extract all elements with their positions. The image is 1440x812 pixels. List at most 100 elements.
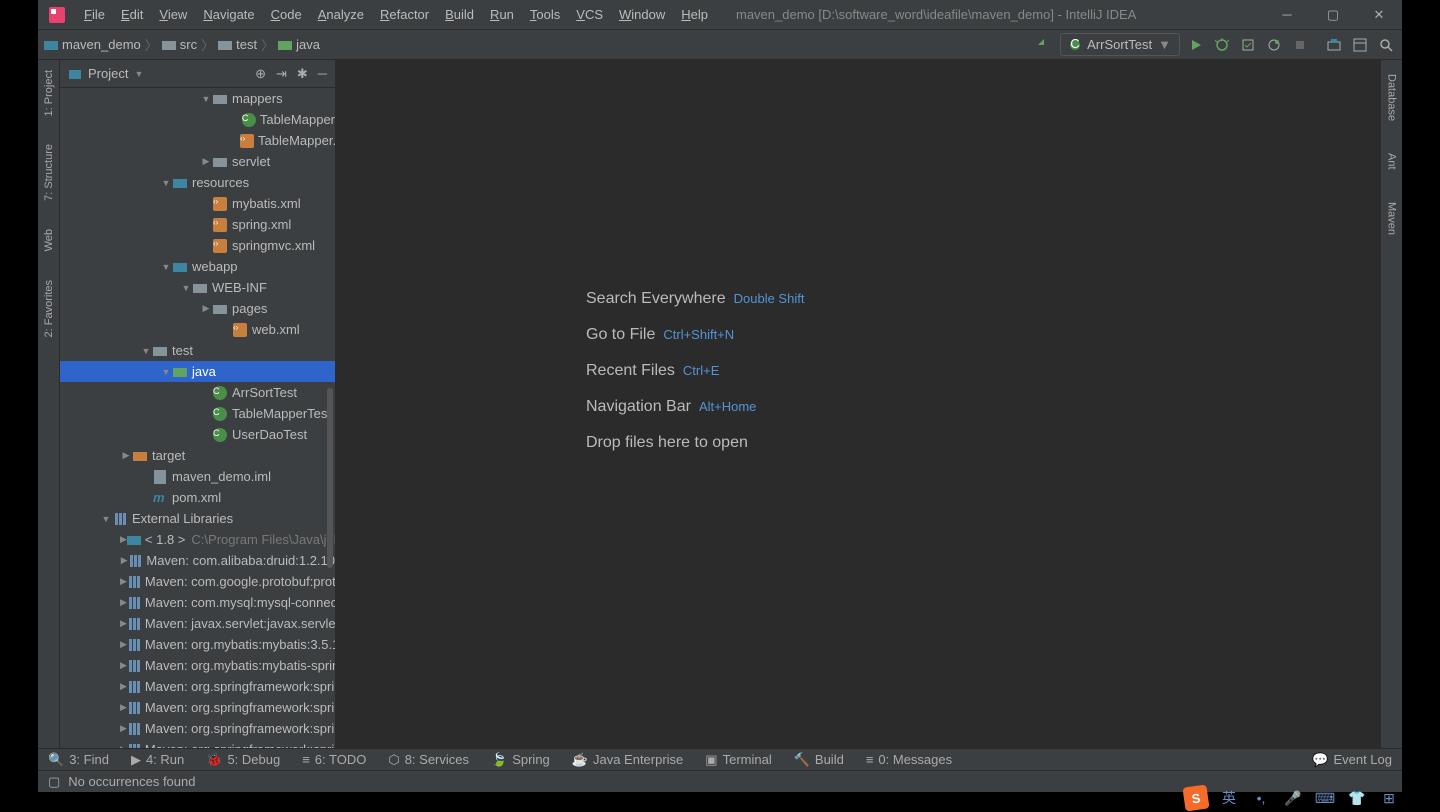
- ime-lang-icon[interactable]: 英: [1218, 787, 1240, 809]
- menu-help[interactable]: Help: [673, 3, 716, 26]
- menu-run[interactable]: Run: [482, 3, 522, 26]
- bottom-tab[interactable]: ≡0: Messages: [866, 752, 952, 767]
- gutter-tab[interactable]: Ant: [1386, 149, 1398, 174]
- tree-row[interactable]: ▶servlet: [60, 151, 335, 172]
- tree-row[interactable]: mpom.xml: [60, 487, 335, 508]
- project-panel: Project ▼ ⊕ ⇥ ✱ ─ ▼mappersCTableMapper‹›…: [60, 60, 336, 748]
- menu-edit[interactable]: Edit: [113, 3, 151, 26]
- menu-code[interactable]: Code: [263, 3, 310, 26]
- tree-row[interactable]: ▶Maven: javax.servlet:javax.servlet-a: [60, 613, 335, 634]
- bottom-tab[interactable]: 🍃Spring: [491, 752, 550, 768]
- bottom-tab[interactable]: 🐞5: Debug: [206, 752, 280, 768]
- gutter-tab[interactable]: 1: Project: [43, 66, 55, 120]
- ime-skin-icon[interactable]: 👕: [1346, 787, 1368, 809]
- run-config-selector[interactable]: C ArrSortTest ▼: [1060, 33, 1180, 56]
- collapse-icon[interactable]: ⇥: [276, 66, 287, 82]
- ime-mic-icon[interactable]: 🎤: [1282, 787, 1304, 809]
- tree-row[interactable]: ‹›TableMapper.xml: [60, 130, 335, 151]
- tree-row[interactable]: ▼test: [60, 340, 335, 361]
- settings-icon[interactable]: ✱: [297, 66, 308, 82]
- tree-row[interactable]: ▶Maven: org.springframework:spring: [60, 697, 335, 718]
- menu-window[interactable]: Window: [611, 3, 673, 26]
- bottom-tab[interactable]: ☕Java Enterprise: [572, 752, 684, 768]
- search-everywhere-button[interactable]: [1376, 35, 1396, 55]
- tree-row[interactable]: ‹›web.xml: [60, 319, 335, 340]
- menu-file[interactable]: File: [76, 3, 113, 26]
- tree-row[interactable]: ▼WEB-INF: [60, 277, 335, 298]
- bottom-tab[interactable]: ▣Terminal: [705, 752, 771, 768]
- tree-row[interactable]: ▼resources: [60, 172, 335, 193]
- sogou-ime-icon[interactable]: S: [1182, 784, 1209, 811]
- hide-icon[interactable]: ─: [318, 66, 327, 82]
- tree-row[interactable]: CArrSortTest: [60, 382, 335, 403]
- gutter-tab[interactable]: Database: [1386, 70, 1398, 125]
- tree-row[interactable]: CUserDaoTest: [60, 424, 335, 445]
- editor-area[interactable]: Search EverywhereDouble ShiftGo to FileC…: [336, 60, 1380, 748]
- tree-row[interactable]: ▶Maven: com.alibaba:druid:1.2.10: [60, 550, 335, 571]
- run-button[interactable]: [1186, 35, 1206, 55]
- welcome-hint: Search EverywhereDouble Shift: [586, 290, 804, 308]
- tree-row[interactable]: ▼webapp: [60, 256, 335, 277]
- tree-row[interactable]: ▼mappers: [60, 88, 335, 109]
- menu-analyze[interactable]: Analyze: [310, 3, 372, 26]
- tree-row[interactable]: CTableMapperTest: [60, 403, 335, 424]
- menu-view[interactable]: View: [151, 3, 195, 26]
- event-log-tab[interactable]: 💬Event Log: [1312, 752, 1392, 768]
- menu-build[interactable]: Build: [437, 3, 482, 26]
- project-tree[interactable]: ▼mappersCTableMapper‹›TableMapper.xml▶se…: [60, 88, 335, 748]
- gutter-tab[interactable]: 2: Favorites: [43, 276, 55, 341]
- ime-punct-icon[interactable]: •,: [1250, 787, 1272, 809]
- tree-row[interactable]: ▶Maven: org.springframework:spring: [60, 676, 335, 697]
- menu-refactor[interactable]: Refactor: [372, 3, 437, 26]
- tree-row[interactable]: ▶Maven: com.mysql:mysql-connecto: [60, 592, 335, 613]
- panel-title[interactable]: Project ▼: [68, 66, 143, 81]
- close-button[interactable]: ✕: [1356, 0, 1402, 30]
- menu-tools[interactable]: Tools: [522, 3, 568, 26]
- gutter-tab[interactable]: Web: [43, 225, 55, 255]
- tree-row[interactable]: ▼External Libraries: [60, 508, 335, 529]
- bottom-tab[interactable]: 🔨Build: [794, 752, 844, 768]
- scrollbar[interactable]: [327, 388, 333, 568]
- breadcrumb-item[interactable]: test: [218, 37, 257, 52]
- tree-row[interactable]: ▶target: [60, 445, 335, 466]
- locate-icon[interactable]: ⊕: [255, 66, 266, 82]
- bottom-tab[interactable]: ▶4: Run: [131, 752, 184, 768]
- ime-toolbox-icon[interactable]: ⊞: [1378, 787, 1400, 809]
- svg-text:m: m: [153, 491, 165, 505]
- profile-button[interactable]: [1264, 35, 1284, 55]
- tree-row[interactable]: maven_demo.iml: [60, 466, 335, 487]
- gutter-tab[interactable]: 7: Structure: [43, 140, 55, 205]
- update-button[interactable]: [1324, 35, 1344, 55]
- tree-row[interactable]: ▶Maven: org.springframework:spring: [60, 718, 335, 739]
- menu-vcs[interactable]: VCS: [568, 3, 611, 26]
- run-config-label: ArrSortTest: [1087, 37, 1152, 52]
- layout-button[interactable]: [1350, 35, 1370, 55]
- debug-button[interactable]: [1212, 35, 1232, 55]
- coverage-button[interactable]: [1238, 35, 1258, 55]
- breadcrumb-item[interactable]: java: [278, 37, 320, 52]
- tree-row[interactable]: ▶pages: [60, 298, 335, 319]
- bottom-tab[interactable]: 🔍3: Find: [48, 752, 109, 768]
- bottom-tab[interactable]: ≡6: TODO: [302, 752, 366, 767]
- stop-button[interactable]: [1290, 35, 1310, 55]
- build-icon[interactable]: [1034, 35, 1054, 55]
- gutter-tab[interactable]: Maven: [1386, 198, 1398, 239]
- status-icon: ▢: [48, 774, 60, 790]
- tree-row[interactable]: ‹›mybatis.xml: [60, 193, 335, 214]
- tree-row[interactable]: ▶Maven: com.google.protobuf:proto: [60, 571, 335, 592]
- breadcrumb-item[interactable]: maven_demo: [44, 37, 141, 52]
- tree-row[interactable]: ‹›spring.xml: [60, 214, 335, 235]
- tree-row[interactable]: CTableMapper: [60, 109, 335, 130]
- bottom-tab[interactable]: ⬡8: Services: [388, 752, 469, 768]
- maximize-button[interactable]: ▢: [1310, 0, 1356, 30]
- tree-row[interactable]: ‹›springmvc.xml: [60, 235, 335, 256]
- tree-row[interactable]: ▶Maven: org.mybatis:mybatis-spring: [60, 655, 335, 676]
- minimize-button[interactable]: ─: [1264, 0, 1310, 30]
- ime-keyboard-icon[interactable]: ⌨: [1314, 787, 1336, 809]
- breadcrumb-item[interactable]: src: [162, 37, 197, 52]
- tree-row[interactable]: ▶< 1.8 >C:\Program Files\Java\jdk1: [60, 529, 335, 550]
- tree-row[interactable]: ▶Maven: org.mybatis:mybatis:3.5.10: [60, 634, 335, 655]
- menu-navigate[interactable]: Navigate: [195, 3, 262, 26]
- tree-row[interactable]: ▶Maven: org.springframework:spring: [60, 739, 335, 748]
- tree-row[interactable]: ▼java: [60, 361, 335, 382]
